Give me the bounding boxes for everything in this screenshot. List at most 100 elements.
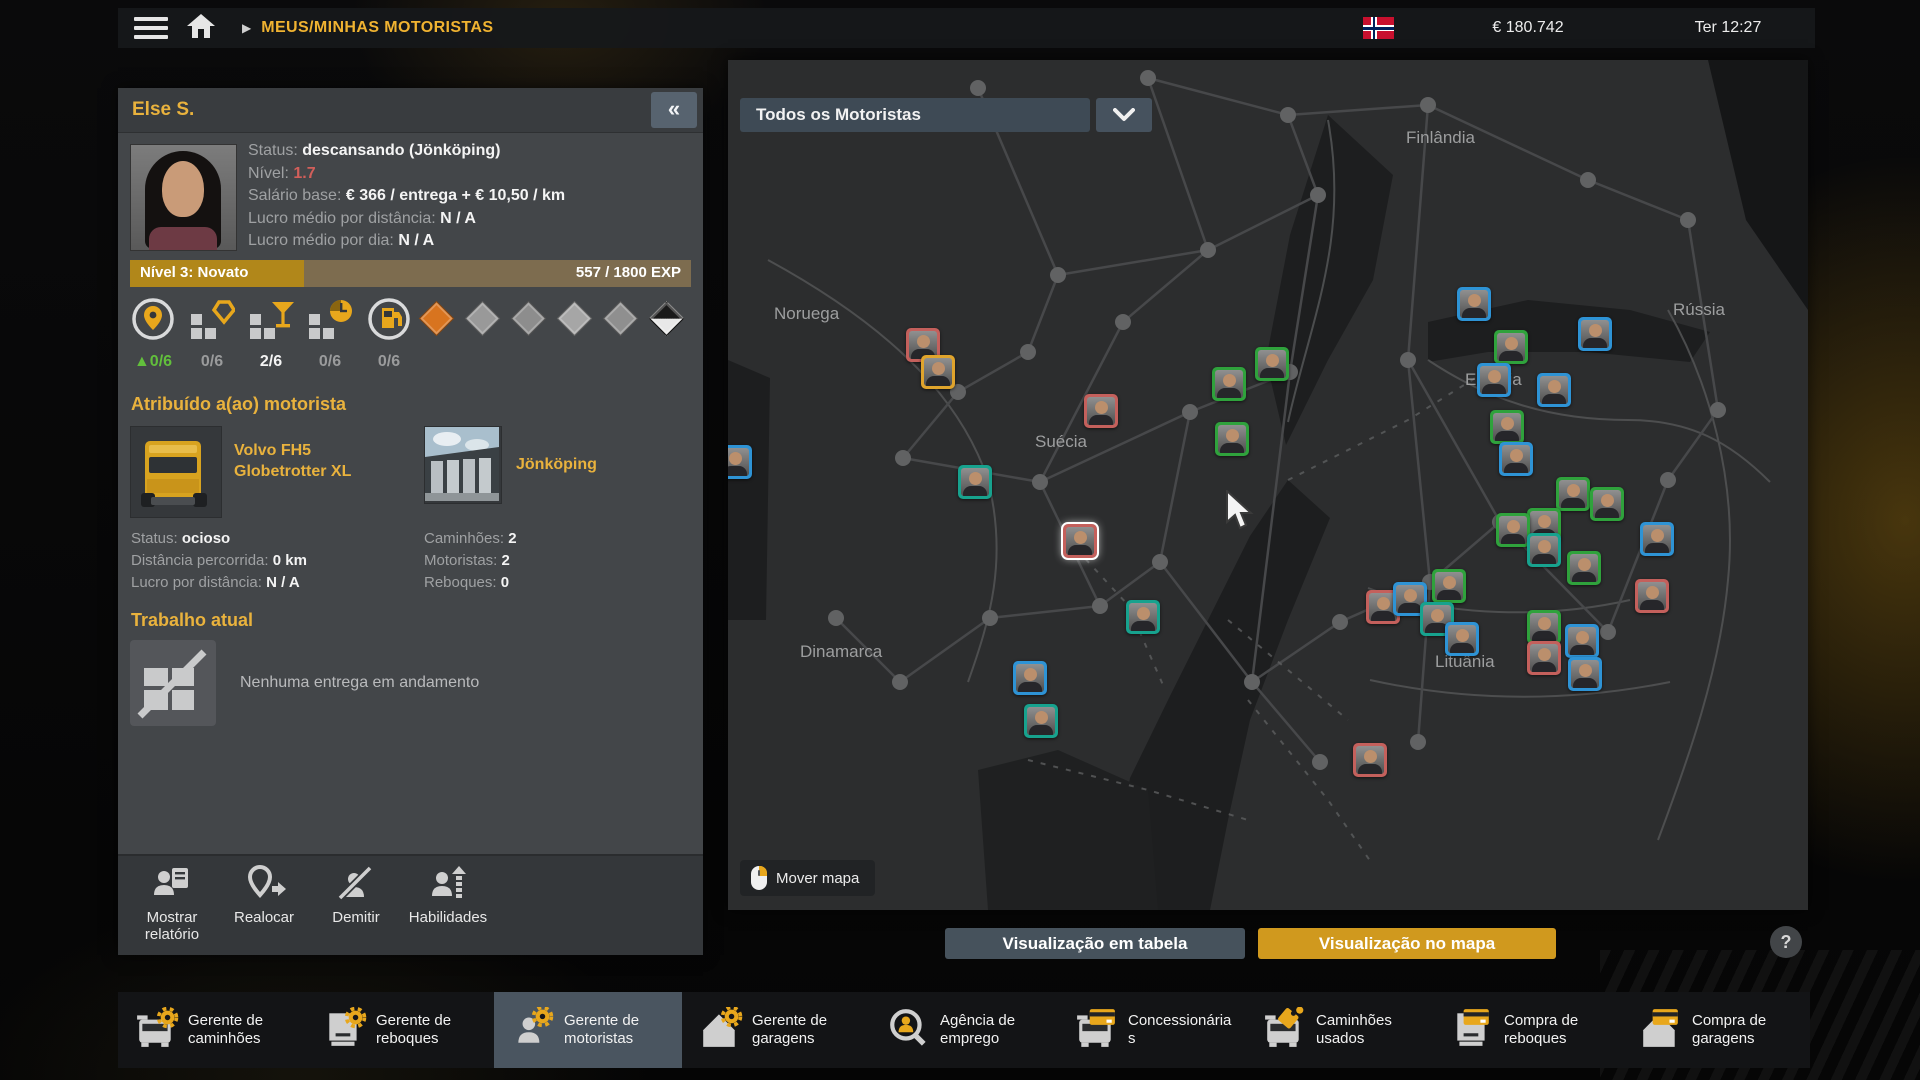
driver-marker[interactable] [1537, 373, 1571, 407]
skill-high-value-cargo[interactable]: 0/6 [189, 296, 235, 371]
action-label: Habilidades [402, 909, 494, 926]
agency-search-icon [884, 1007, 932, 1054]
nav-trailer_gear[interactable]: Gerente de reboques [306, 992, 494, 1068]
menu-icon[interactable] [134, 17, 168, 39]
skill-long-distance[interactable]: ▲0/6 [130, 296, 176, 371]
bottom-navigation: Gerente de caminhões Gerente de reboques… [118, 992, 1810, 1068]
country-label-suécia: Suécia [1035, 432, 1087, 452]
driver-rank: Nível 3: Novato [140, 264, 248, 281]
avg-profit-distance: N / A [440, 210, 476, 227]
driver-marker[interactable] [1527, 533, 1561, 567]
garage-trucks: 2 [508, 530, 516, 547]
nav-label: Caminhões usados [1316, 1012, 1420, 1048]
skill-fragile-cargo[interactable]: 2/6 [248, 296, 294, 371]
driver-marker-photo [1087, 397, 1115, 425]
nav-agency_search[interactable]: Agência de emprego [870, 992, 1058, 1068]
driver-map[interactable]: FinlândiaNoruegaSuéciaEstôniaRússiaDinam… [728, 60, 1808, 910]
experience-bar: Nível 3: Novato 557 / 1800 EXP [130, 260, 691, 287]
skill-row: ▲0/6 0/6 2/6 0/6 0/6 [130, 296, 412, 371]
driver-marker-selected[interactable] [1063, 524, 1097, 558]
report-button[interactable]: Mostrar relatório [126, 864, 218, 955]
skills-button[interactable]: Habilidades [402, 864, 494, 955]
nav-trailer_card[interactable]: Compra de reboques [1434, 992, 1622, 1068]
norway-flag-icon[interactable] [1363, 17, 1394, 39]
driver-marker-photo [1215, 370, 1243, 398]
driver-marker[interactable] [1635, 579, 1669, 613]
driver-marker[interactable] [1126, 600, 1160, 634]
nav-label: Gerente de caminhões [188, 1012, 292, 1048]
driver-marker[interactable] [1565, 624, 1599, 658]
driver-marker[interactable] [1494, 330, 1528, 364]
adr-gases-icon [466, 302, 499, 335]
driver-info: Status: descansando (Jönköping) Nível: 1… [248, 140, 565, 253]
driver-marker-photo [728, 448, 749, 476]
driver-marker[interactable] [1527, 641, 1561, 675]
driver-detail-panel: Else S. « Status: descansando (Jönköping… [118, 88, 703, 955]
driver-marker[interactable] [1477, 363, 1511, 397]
driver-marker[interactable] [1496, 513, 1530, 547]
driver-marker[interactable] [1215, 422, 1249, 456]
nav-label: Concessionárias [1128, 1012, 1232, 1048]
driver-marker[interactable] [1084, 394, 1118, 428]
driver-marker-photo [1066, 527, 1094, 555]
driver-marker[interactable] [1445, 622, 1479, 656]
relocate-button[interactable]: Realocar [218, 864, 310, 955]
nav-dealer_card[interactable]: Concessionárias [1058, 992, 1246, 1068]
help-button[interactable]: ? [1770, 926, 1802, 958]
assigned-garage-thumbnail[interactable] [424, 426, 502, 504]
nav-driver_gear[interactable]: Gerente de motoristas [494, 992, 682, 1068]
truck-stats: Status: ocioso Distância percorrida: 0 k… [131, 528, 307, 594]
driver-marker-photo [1356, 746, 1384, 774]
driver-marker[interactable] [1556, 477, 1590, 511]
driver-marker[interactable] [1432, 569, 1466, 603]
driver-marker[interactable] [728, 445, 752, 479]
assigned-truck-name[interactable]: Volvo FH5 Globetrotter XL [234, 440, 394, 482]
driver-filter-dropdown[interactable]: Todos os Motoristas [740, 98, 1090, 132]
driver-marker[interactable] [1578, 317, 1612, 351]
nav-garage_card[interactable]: Compra de garagens [1622, 992, 1810, 1068]
money-display[interactable]: € 180.742 [1448, 8, 1608, 48]
driver-marker[interactable] [1490, 410, 1524, 444]
nav-used_tag[interactable]: Caminhões usados [1246, 992, 1434, 1068]
driver-marker[interactable] [1527, 610, 1561, 644]
driver-marker[interactable] [1024, 704, 1058, 738]
driver-marker-photo [1593, 490, 1621, 518]
driver-marker[interactable] [1640, 522, 1674, 556]
driver-marker[interactable] [921, 355, 955, 389]
driver-marker[interactable] [1499, 442, 1533, 476]
adr-flammable-liquids-icon [512, 302, 545, 335]
eco-driving-icon [366, 296, 412, 347]
used-tag-icon [1260, 1007, 1308, 1054]
driver-marker[interactable] [1568, 657, 1602, 691]
nav-garage_gear[interactable]: Gerente de garagens [682, 992, 870, 1068]
assigned-truck-thumbnail[interactable] [130, 426, 222, 518]
dropdown-chevron-icon[interactable] [1096, 98, 1152, 132]
dismiss-button[interactable]: Demitir [310, 864, 402, 955]
collapse-panel-button[interactable]: « [651, 92, 697, 128]
map-view-button[interactable]: Visualização no mapa [1258, 928, 1556, 959]
trailer-card-icon [1448, 1007, 1496, 1054]
nav-truck_gear[interactable]: Gerente de caminhões [118, 992, 306, 1068]
skill-eco-driving[interactable]: 0/6 [366, 296, 412, 371]
current-job-header: Trabalho atual [131, 610, 253, 631]
adr-row [420, 302, 683, 335]
assigned-garage-name[interactable]: Jönköping [516, 454, 597, 475]
table-view-button[interactable]: Visualização em tabela [945, 928, 1245, 959]
garage-trailers: 0 [501, 574, 509, 591]
driver-panel-header: Else S. « [118, 88, 703, 133]
skill-count: 0/6 [307, 353, 353, 371]
driver-marker[interactable] [1353, 743, 1387, 777]
adr-flammable-solids-icon [558, 302, 591, 335]
driver-marker[interactable] [1013, 661, 1047, 695]
driver-marker[interactable] [958, 465, 992, 499]
home-icon[interactable] [186, 13, 216, 44]
skill-urgent-delivery[interactable]: 0/6 [307, 296, 353, 371]
action-label: Demitir [310, 909, 402, 926]
driver-marker[interactable] [1567, 551, 1601, 585]
skill-count: 0/6 [366, 353, 412, 371]
driver-marker[interactable] [1255, 347, 1289, 381]
driver-marker[interactable] [1457, 287, 1491, 321]
driver-marker-photo [1497, 333, 1525, 361]
driver-marker[interactable] [1590, 487, 1624, 521]
driver-marker[interactable] [1212, 367, 1246, 401]
